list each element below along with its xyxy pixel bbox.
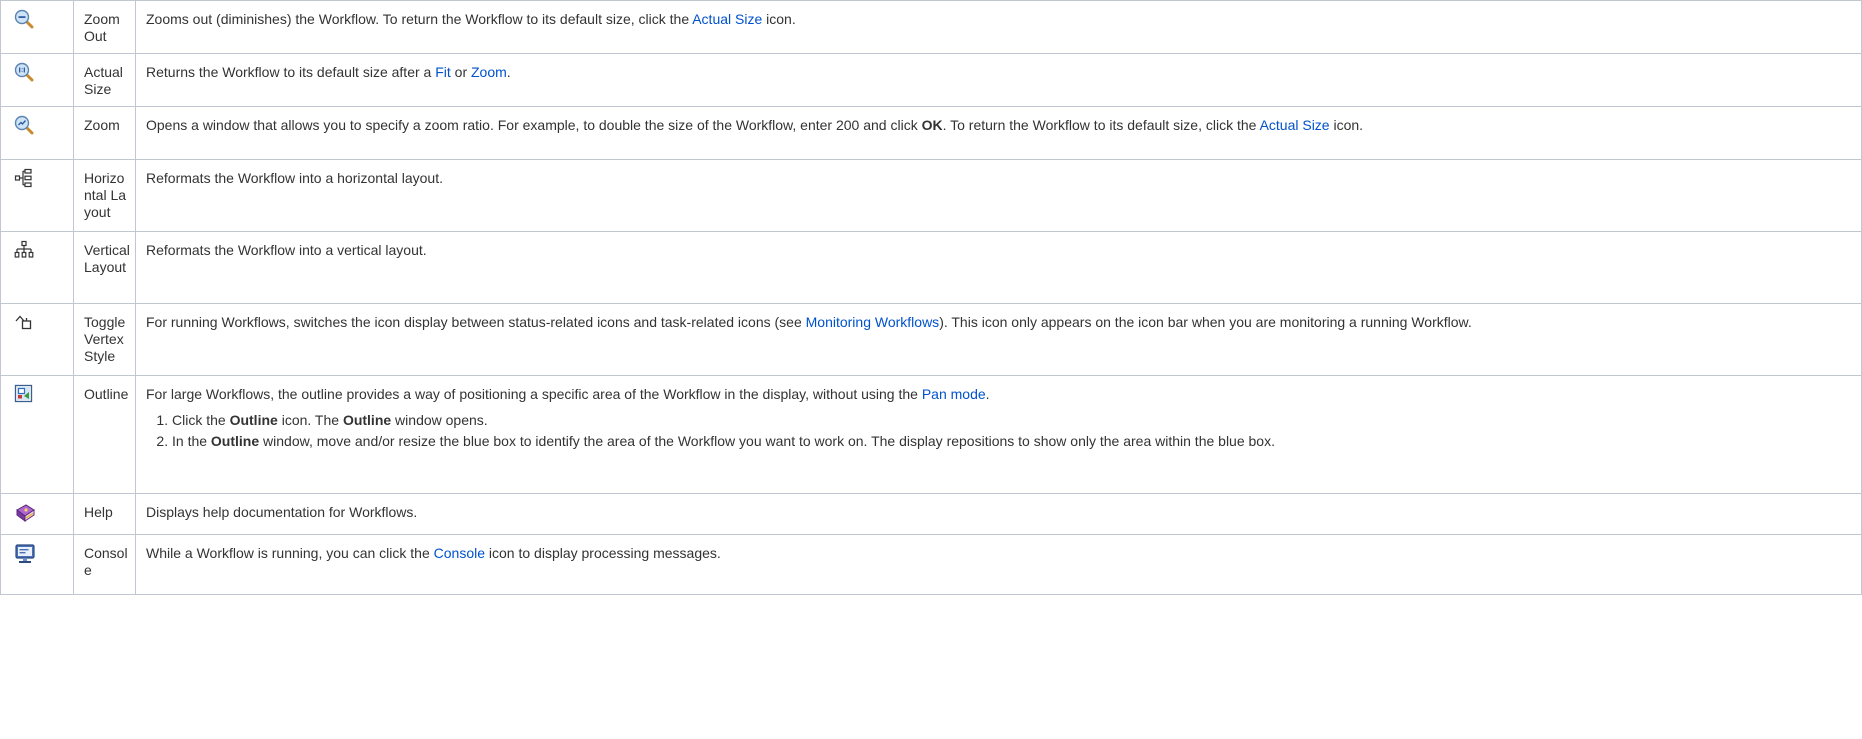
- outline-steps: Click the Outline icon. The Outline wind…: [146, 412, 1851, 450]
- icon-name: Outline: [73, 375, 136, 494]
- icon-cell: [0, 159, 74, 232]
- zoom-icon: [14, 115, 34, 135]
- list-item: Click the Outline icon. The Outline wind…: [172, 412, 1851, 429]
- doc-link[interactable]: Monitoring Workflows: [806, 314, 940, 330]
- actual-size-icon: [14, 62, 34, 82]
- horizontal-layout-icon: [14, 168, 34, 188]
- table-row: Vertical Layout Reformats the Workflow i…: [0, 231, 1862, 304]
- icon-cell: [0, 0, 74, 54]
- table-row: Toggle Vertex Style For running Workflow…: [0, 303, 1862, 376]
- table-row: Zoom Opens a window that allows you to s…: [0, 106, 1862, 160]
- doc-link[interactable]: Actual Size: [1260, 117, 1330, 133]
- table-row: Help Displays help documentation for Wor…: [0, 493, 1862, 535]
- icon-cell: [0, 53, 74, 107]
- icon-name: Zoom: [73, 106, 136, 160]
- vertical-layout-icon: [14, 240, 34, 260]
- doc-link[interactable]: Actual Size: [692, 11, 762, 27]
- table-row: Horizontal Layout Reformats the Workflow…: [0, 159, 1862, 232]
- doc-link[interactable]: Fit: [435, 64, 451, 80]
- zoom-out-icon: [14, 9, 34, 29]
- icon-description: For large Workflows, the outline provide…: [135, 375, 1862, 494]
- icon-cell: [0, 231, 74, 304]
- toolbar-icons-table: Zoom Out Zooms out (diminishes) the Work…: [0, 0, 1862, 595]
- help-book-icon: [14, 502, 35, 522]
- icon-description: Reformats the Workflow into a horizontal…: [135, 159, 1862, 232]
- icon-name: Actual Size: [73, 53, 136, 107]
- icon-cell: [0, 303, 74, 376]
- icon-name: Toggle Vertex Style: [73, 303, 136, 376]
- icon-cell: [0, 375, 74, 494]
- table-row: Actual Size Returns the Workflow to its …: [0, 53, 1862, 107]
- table-row: Console While a Workflow is running, you…: [0, 534, 1862, 595]
- icon-name: Horizontal Layout: [73, 159, 136, 232]
- icon-cell: [0, 493, 74, 535]
- bold-term: OK: [921, 117, 943, 133]
- bold-term: Outline: [210, 433, 260, 449]
- outline-icon: [14, 384, 34, 404]
- icon-cell: [0, 106, 74, 160]
- toggle-vertex-style-icon: [14, 312, 34, 332]
- icon-description: Returns the Workflow to its default size…: [135, 53, 1862, 107]
- icon-description: Reformats the Workflow into a vertical l…: [135, 231, 1862, 304]
- console-icon: [14, 543, 35, 563]
- doc-link[interactable]: Zoom: [471, 64, 507, 80]
- list-item: In the Outline window, move and/or resiz…: [172, 433, 1851, 450]
- icon-name: Console: [73, 534, 136, 595]
- icon-description: Opens a window that allows you to specif…: [135, 106, 1862, 160]
- icon-description: For running Workflows, switches the icon…: [135, 303, 1862, 376]
- icon-description: While a Workflow is running, you can cli…: [135, 534, 1862, 595]
- icon-name: Help: [73, 493, 136, 535]
- bold-term: Outline: [342, 412, 392, 428]
- table-row: Zoom Out Zooms out (diminishes) the Work…: [0, 0, 1862, 54]
- icon-name: Vertical Layout: [73, 231, 136, 304]
- table-row: Outline For large Workflows, the outline…: [0, 375, 1862, 494]
- icon-cell: [0, 534, 74, 595]
- doc-link[interactable]: Console: [434, 545, 485, 561]
- icon-name: Zoom Out: [73, 0, 136, 54]
- table-body: Zoom Out Zooms out (diminishes) the Work…: [0, 0, 1862, 595]
- bold-term: Outline: [229, 412, 278, 428]
- doc-link[interactable]: Pan mode: [922, 386, 986, 402]
- icon-description: Zooms out (diminishes) the Workflow. To …: [135, 0, 1862, 54]
- outline-description: For large Workflows, the outline provide…: [146, 386, 990, 402]
- icon-description: Displays help documentation for Workflow…: [135, 493, 1862, 535]
